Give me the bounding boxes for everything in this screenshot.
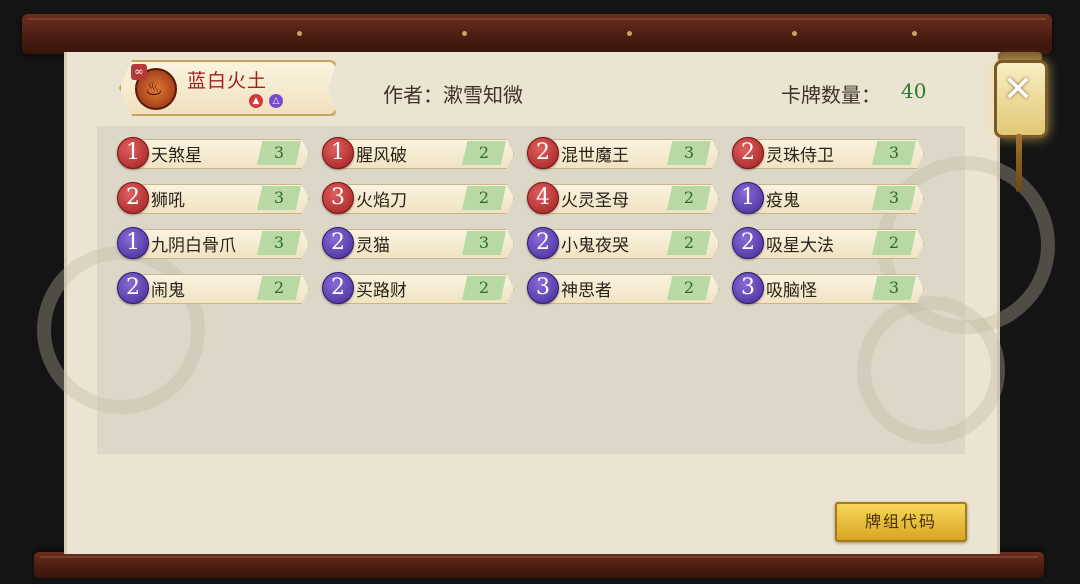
card-name: 神思者 — [561, 281, 612, 301]
swirl-decoration — [857, 296, 1005, 444]
card-quantity: 3 — [872, 276, 916, 300]
card-name: 小鬼夜哭 — [561, 236, 629, 256]
link-icon: ∞ — [131, 64, 147, 80]
card-entry[interactable]: 2 狮吼 3 — [113, 182, 309, 214]
card-quantity: 2 — [667, 231, 711, 255]
card-name: 吸星大法 — [766, 236, 834, 256]
card-count-label: 卡牌数量： — [781, 83, 881, 107]
rivet — [792, 31, 797, 36]
card-quantity: 3 — [872, 186, 916, 210]
rivet — [462, 31, 467, 36]
card-entry[interactable]: 2 吸星大法 2 — [728, 227, 924, 259]
card-quantity: 2 — [872, 231, 916, 255]
lantern-tassel — [1016, 134, 1022, 192]
card-cost: 2 — [117, 182, 149, 214]
card-name: 九阴白骨爪 — [151, 236, 236, 256]
rivet — [297, 31, 302, 36]
close-icon[interactable]: ✕ — [1000, 72, 1036, 108]
card-name: 灵珠侍卫 — [766, 146, 834, 166]
scroll-top-rod — [22, 14, 1052, 54]
card-entry[interactable]: 1 天煞星 3 — [113, 137, 309, 169]
card-name: 火灵圣母 — [561, 191, 629, 211]
earth-icon: △ — [269, 94, 283, 108]
card-entry[interactable]: 2 灵猫 3 — [318, 227, 514, 259]
card-cost: 2 — [732, 137, 764, 169]
card-quantity: 2 — [667, 186, 711, 210]
swirl-decoration — [37, 246, 205, 414]
card-cost: 1 — [117, 137, 149, 169]
card-quantity: 2 — [257, 276, 301, 300]
card-entry[interactable]: 3 吸脑怪 3 — [728, 272, 924, 304]
card-cost: 3 — [527, 272, 559, 304]
author-label: 作者：漱雪知微 — [383, 83, 523, 107]
card-name: 狮吼 — [151, 191, 185, 211]
card-name: 疫鬼 — [766, 191, 800, 211]
card-cost: 2 — [117, 272, 149, 304]
card-entry[interactable]: 2 小鬼夜哭 2 — [523, 227, 719, 259]
card-quantity: 3 — [257, 186, 301, 210]
card-cost: 1 — [322, 137, 354, 169]
card-cost: 2 — [732, 227, 764, 259]
card-cost: 3 — [322, 182, 354, 214]
card-entry[interactable]: 2 买路财 2 — [318, 272, 514, 304]
card-entry[interactable]: 1 疫鬼 3 — [728, 182, 924, 214]
fire-icon: ▲ — [249, 94, 263, 108]
deck-badge[interactable]: ♨ ∞ 蓝白火土 ▲ △ — [119, 60, 337, 116]
card-cost: 2 — [527, 227, 559, 259]
card-cost: 3 — [732, 272, 764, 304]
card-quantity: 3 — [257, 231, 301, 255]
card-name: 闹鬼 — [151, 281, 185, 301]
deck-code-button[interactable]: 牌组代码 — [835, 502, 967, 542]
card-quantity: 2 — [667, 276, 711, 300]
card-entry[interactable]: 1 腥风破 2 — [318, 137, 514, 169]
card-name: 灵猫 — [356, 236, 390, 256]
card-count-value: 40 — [901, 79, 927, 103]
card-name: 火焰刀 — [356, 191, 407, 211]
card-quantity: 3 — [257, 141, 301, 165]
card-name: 混世魔王 — [561, 146, 629, 166]
card-entry[interactable]: 2 灵珠侍卫 3 — [728, 137, 924, 169]
card-entry[interactable]: 1 九阴白骨爪 3 — [113, 227, 309, 259]
card-cost: 2 — [527, 137, 559, 169]
card-name: 买路财 — [356, 281, 407, 301]
scroll-bottom-rod — [34, 552, 1044, 578]
card-quantity: 2 — [462, 141, 506, 165]
card-cost: 2 — [322, 272, 354, 304]
card-quantity: 2 — [462, 186, 506, 210]
card-entry[interactable]: 3 火焰刀 2 — [318, 182, 514, 214]
card-quantity: 3 — [872, 141, 916, 165]
card-cost: 1 — [732, 182, 764, 214]
deck-panel: ♨ ∞ 蓝白火土 ▲ △ 作者：漱雪知微 卡牌数量： 40 1 天煞星 3 1 腥风破 2… — [37, 52, 1055, 554]
card-name: 吸脑怪 — [766, 281, 817, 301]
rivet — [912, 31, 917, 36]
card-entry[interactable]: 2 闹鬼 2 — [113, 272, 309, 304]
card-quantity: 2 — [462, 276, 506, 300]
card-cost: 1 — [117, 227, 149, 259]
deck-name: 蓝白火土 — [187, 70, 268, 92]
rivet — [627, 31, 632, 36]
card-quantity: 3 — [462, 231, 506, 255]
card-cost: 2 — [322, 227, 354, 259]
card-cost: 4 — [527, 182, 559, 214]
card-entry[interactable]: 4 火灵圣母 2 — [523, 182, 719, 214]
card-name: 天煞星 — [151, 146, 202, 166]
card-name: 腥风破 — [356, 146, 407, 166]
card-quantity: 3 — [667, 141, 711, 165]
card-entry[interactable]: 3 神思者 2 — [523, 272, 719, 304]
card-entry[interactable]: 2 混世魔王 3 — [523, 137, 719, 169]
